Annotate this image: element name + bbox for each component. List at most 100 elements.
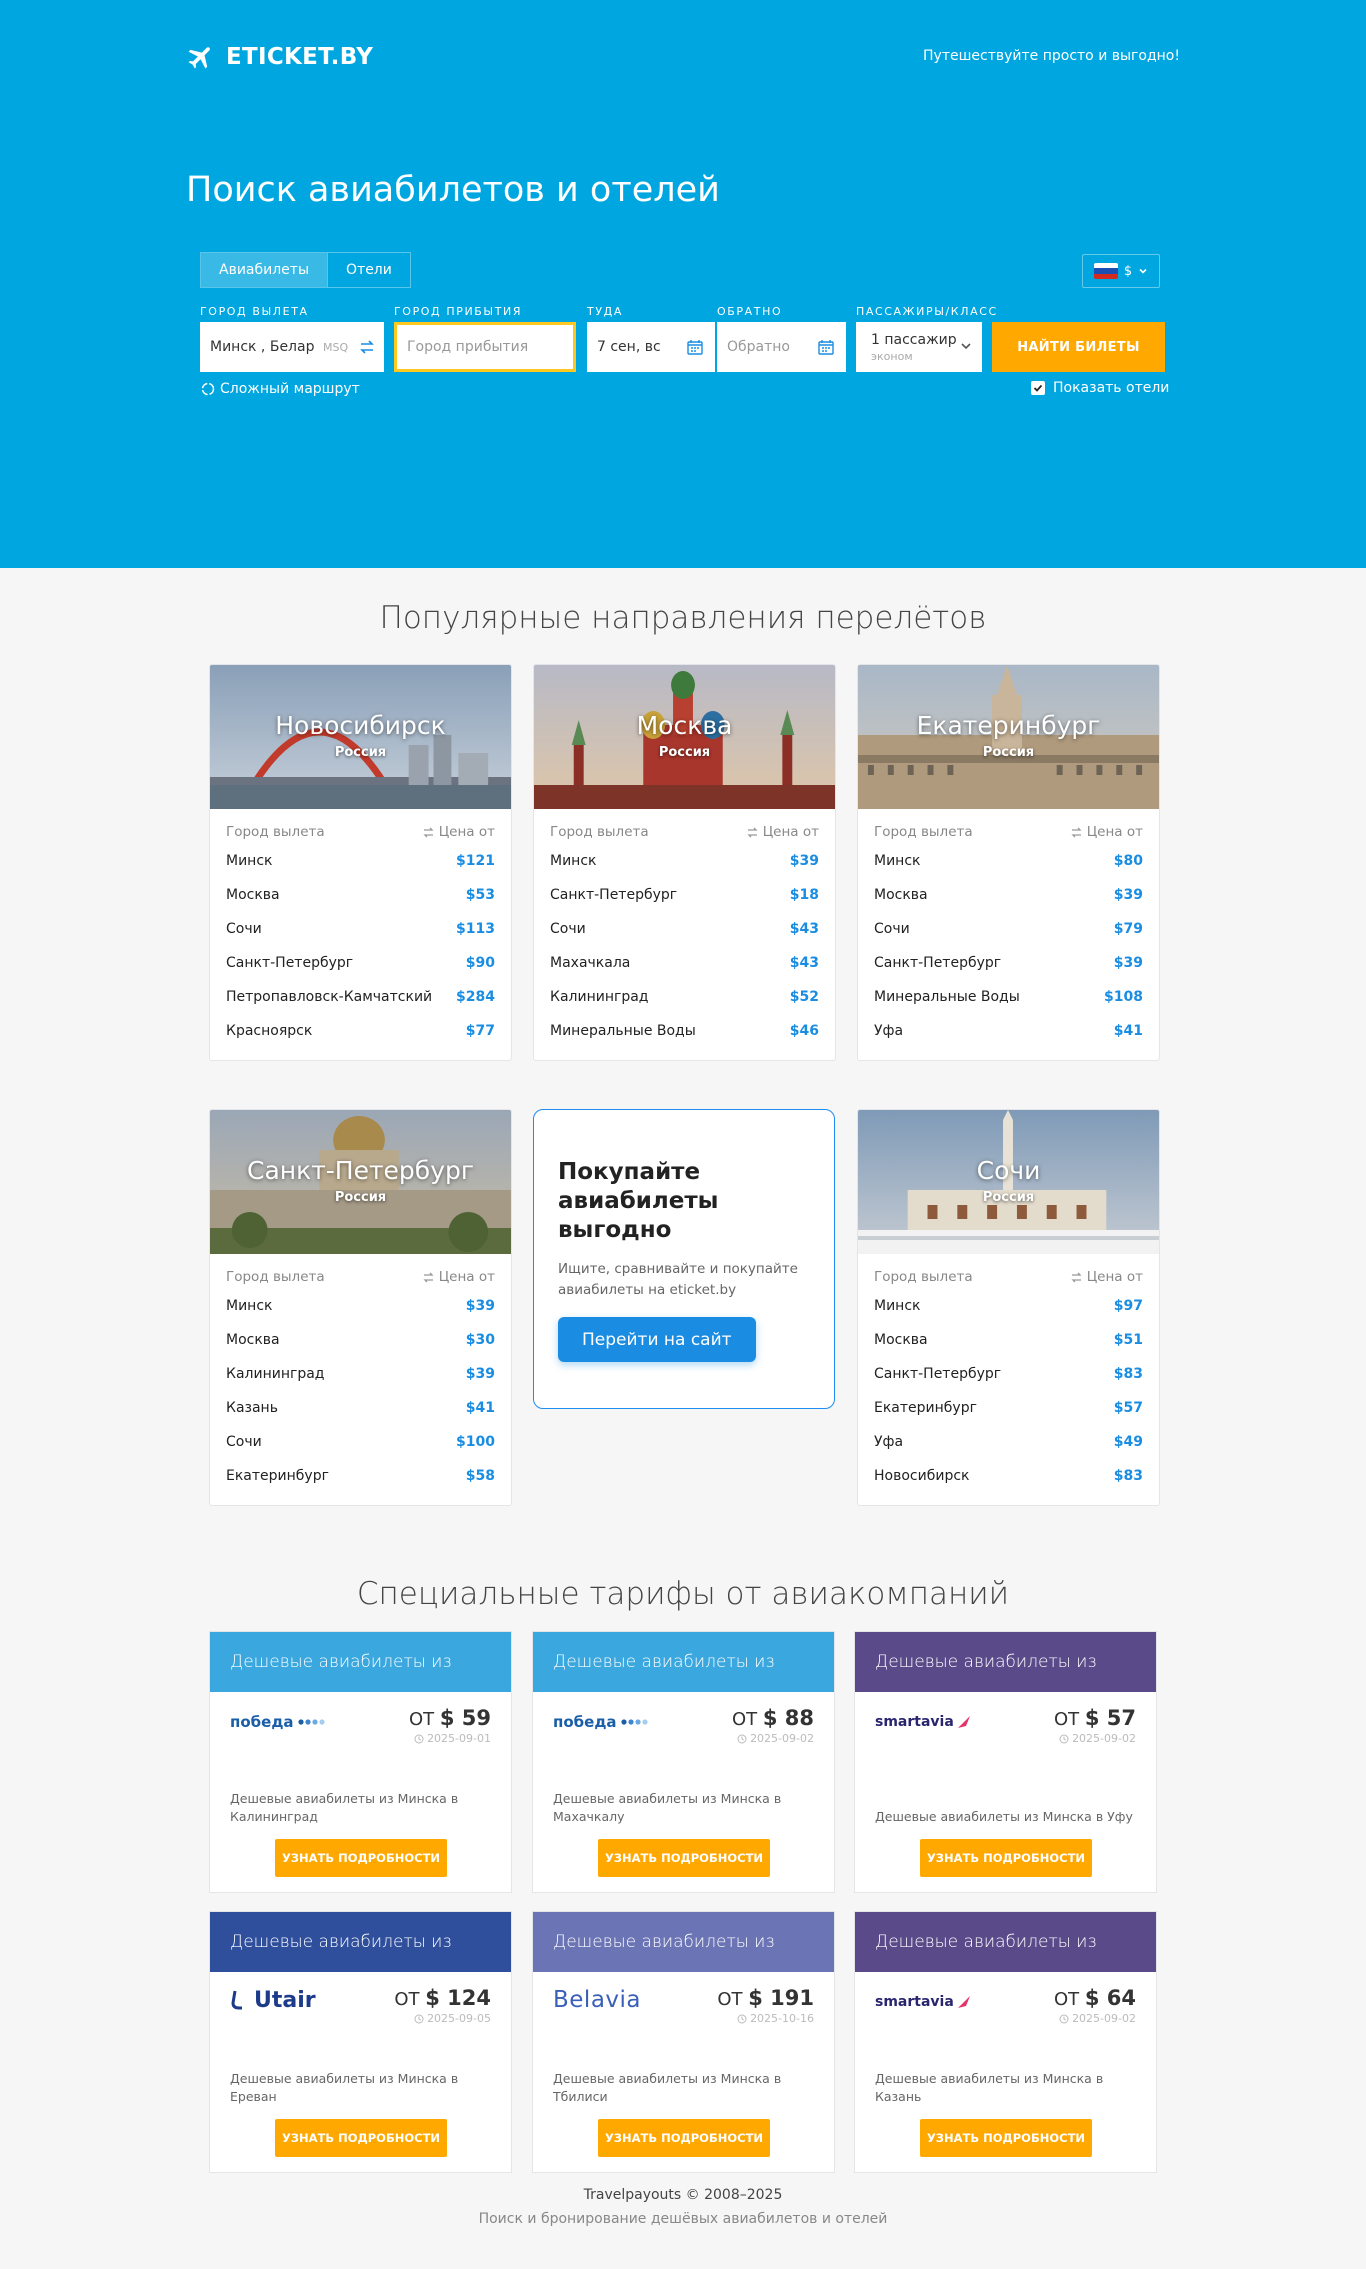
header-tagline: Путешествуйте просто и выгодно! [923,48,1180,64]
fare-details-button[interactable]: УЗНАТЬ ПОДРОБНОСТИ [275,2119,447,2157]
swap-arrows-icon [1071,827,1082,837]
table-row[interactable]: Минск $39 [534,844,835,878]
origin-city: Москва [874,1332,928,1348]
origin-city: Санкт-Петербург [874,1366,1002,1382]
currency-selector[interactable]: $ [1082,254,1160,288]
clock-icon [1059,2014,1069,2023]
destination-country: Россия [334,745,387,760]
table-row[interactable]: Москва $30 [210,1323,511,1357]
destination-city: Сочи [976,1156,1041,1185]
table-row[interactable]: Москва $51 [858,1323,1159,1357]
origin-city: Уфа [874,1023,904,1039]
tab-flights[interactable]: Авиабилеты [201,253,328,287]
clock-icon [1059,1734,1069,1743]
table-row[interactable]: Санкт-Петербург $90 [210,946,511,980]
price: $113 [456,921,495,937]
table-row[interactable]: Новосибирск $83 [858,1459,1159,1493]
table-row[interactable]: Казань $41 [210,1391,511,1425]
logo-text: ETICKET.BY [226,44,374,70]
table-row[interactable]: Минск $121 [210,844,511,878]
show-hotels-checkbox[interactable] [1031,381,1045,395]
destination-image: Москва Россия [534,665,835,809]
table-row[interactable]: Екатеринбург $57 [858,1391,1159,1425]
price: $43 [789,921,819,937]
table-row[interactable]: Петропавловск-Камчатский $284 [210,980,511,1014]
fare-date: 2025-10-16 [737,2012,814,2025]
price: $18 [789,887,819,903]
find-tickets-button[interactable]: НАЙТИ БИЛЕТЫ [992,322,1165,372]
fare-card-header: Дешевые авиабилеты из Минска [210,1912,511,2012]
fare-details-button[interactable]: УЗНАТЬ ПОДРОБНОСТИ [598,2119,770,2157]
site-logo[interactable]: ETICKET.BY [186,42,373,72]
table-row[interactable]: Минеральные Воды $46 [534,1014,835,1048]
fare-details-button[interactable]: УЗНАТЬ ПОДРОБНОСТИ [920,2119,1092,2157]
destination-field[interactable] [394,322,576,372]
table-row[interactable]: Екатеринбург $58 [210,1459,511,1493]
complex-route-link[interactable]: Сложный маршрут [200,381,360,397]
footer-tagline: Поиск и бронирование дешёвых авиабилетов… [478,2211,888,2227]
origin-city: Махачкала [550,955,631,971]
table-row[interactable]: Санкт-Петербург $39 [858,946,1159,980]
table-row[interactable]: Сочи $43 [534,912,835,946]
table-row[interactable]: Санкт-Петербург $83 [858,1357,1159,1391]
swap-arrows-icon [1071,1272,1082,1282]
table-row[interactable]: Санкт-Петербург $18 [534,878,835,912]
fare-details-button[interactable]: УЗНАТЬ ПОДРОБНОСТИ [920,1839,1092,1877]
origin-field[interactable]: Минск , Белару MSQ [200,322,384,372]
table-row[interactable]: Минск $39 [210,1289,511,1323]
table-row[interactable]: Минск $80 [858,844,1159,878]
fare-description: Дешевые авиабилеты из Минска в Калинингр… [230,1791,459,1824]
destination-country: Россия [982,745,1035,760]
table-row[interactable]: Москва $39 [858,878,1159,912]
depart-date-field[interactable]: 7 сен, вс [587,322,715,372]
table-row[interactable]: Минск $97 [858,1289,1159,1323]
origin-city: Калининград [226,1366,325,1382]
search-tabs: Авиабилеты Отели [200,252,411,288]
return-date-field[interactable]: Обратно [717,322,846,372]
destination-card[interactable]: Санкт-Петербург Россия Город вылета Цена… [209,1109,512,1506]
table-row[interactable]: Уфа $41 [858,1014,1159,1048]
price: $53 [465,887,495,903]
go-to-site-button[interactable]: Перейти на сайт [558,1317,756,1362]
airline-name: smartavia [875,1994,954,2010]
swap-arrows-icon [423,1272,434,1282]
fare-card: Дешевые авиабилеты из Минска Belavia ОТ … [532,1911,835,2173]
table-row[interactable]: Махачкала $43 [534,946,835,980]
destination-card[interactable]: Новосибирск Россия Город вылета Цена от … [209,664,512,1061]
russia-flag-icon [1093,263,1118,279]
table-row[interactable]: Красноярск $77 [210,1014,511,1048]
smartavia-wing-icon [957,1996,970,2008]
col-price: Цена от [438,1269,495,1285]
show-hotels-toggle[interactable]: Показать отели [1031,380,1169,396]
table-row[interactable]: Москва $53 [210,878,511,912]
tab-hotels[interactable]: Отели [327,253,410,287]
destination-card[interactable]: Москва Россия Город вылета Цена от Минск… [533,664,836,1061]
destination-card[interactable]: Сочи Россия Город вылета Цена от Минск $9… [857,1109,1160,1506]
table-row[interactable]: Минеральные Воды $108 [858,980,1159,1014]
swap-icon[interactable] [358,338,376,356]
fare-description: Дешевые авиабилеты из Минска в Махачкалу [553,1791,782,1824]
price: $83 [1113,1468,1143,1484]
date-value: 2025-09-02 [1072,2012,1136,2025]
table-row[interactable]: Уфа $49 [858,1425,1159,1459]
table-row[interactable]: Калининград $52 [534,980,835,1014]
destination-table-header: Город вылета Цена от [210,809,511,844]
fare-details-button[interactable]: УЗНАТЬ ПОДРОБНОСТИ [275,1839,447,1877]
price: $97 [1113,1298,1143,1314]
passengers-field[interactable]: 1 пассажир эконом [856,322,982,372]
pobeda-dots-icon [297,1719,325,1725]
clock-icon [737,2014,747,2023]
destination-input[interactable] [407,339,563,355]
table-row[interactable]: Калининград $39 [210,1357,511,1391]
table-row[interactable]: Сочи $100 [210,1425,511,1459]
table-row[interactable]: Сочи $79 [858,912,1159,946]
table-row[interactable]: Сочи $113 [210,912,511,946]
check-icon [1033,384,1043,392]
return-label: Обратно [717,305,783,318]
price: $83 [1113,1366,1143,1382]
origin-city: Минск [550,853,597,869]
date-value: 2025-09-02 [750,1732,814,1745]
promo-text: Ищите, сравнивайте и покупайте авиабилет… [558,1261,798,1298]
fare-details-button[interactable]: УЗНАТЬ ПОДРОБНОСТИ [598,1839,770,1877]
destination-card[interactable]: Екатеринбург Россия Город вылета Цена от… [857,664,1160,1061]
